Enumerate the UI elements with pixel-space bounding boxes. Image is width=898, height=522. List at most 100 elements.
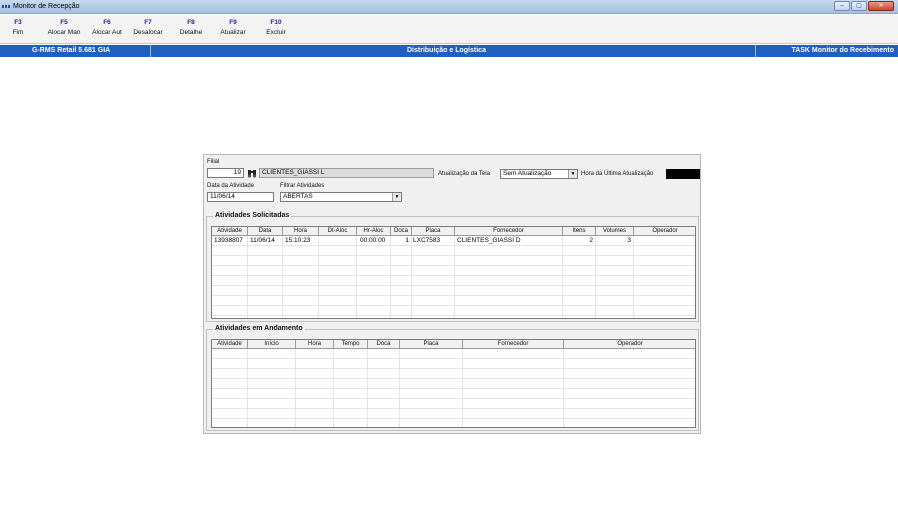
detalhe-label: Detalhe bbox=[179, 29, 203, 36]
andamento-title: Atividades em Andamento bbox=[213, 325, 305, 332]
desalocar-key: F7 bbox=[144, 19, 152, 26]
app-icon bbox=[2, 5, 10, 8]
status-separator bbox=[150, 45, 151, 57]
table-row[interactable] bbox=[212, 246, 695, 256]
table-row[interactable] bbox=[212, 359, 695, 369]
filtrar-select[interactable]: ABERTAS ▼ bbox=[280, 192, 402, 202]
table-row[interactable] bbox=[212, 306, 695, 316]
table-row[interactable] bbox=[212, 409, 695, 419]
excluir-key: F10 bbox=[270, 19, 282, 26]
alocar-aut-label: Alocar Aut bbox=[92, 29, 122, 36]
desalocar-button[interactable]: F7 Desalocar bbox=[128, 19, 168, 36]
col-header[interactable]: Atividade bbox=[212, 227, 248, 236]
col-header[interactable]: Início bbox=[248, 340, 296, 349]
filial-input[interactable]: 19 bbox=[207, 168, 244, 178]
desalocar-label: Desalocar bbox=[133, 29, 163, 36]
col-header[interactable]: Dt-Aloc bbox=[319, 227, 357, 236]
andamento-grid[interactable]: Atividade Início Hora Tempo Doca Placa F… bbox=[211, 339, 696, 428]
excluir-button[interactable]: F10 Excluir bbox=[258, 19, 294, 36]
cell-placa: LXC7583 bbox=[413, 237, 441, 244]
table-row[interactable] bbox=[212, 369, 695, 379]
toolbar: F3 Fim F5 Alocar Man F6 Alocar Aut F7 De… bbox=[0, 15, 898, 44]
atualizacao-select[interactable]: Sem Atualização ▼ bbox=[500, 169, 578, 179]
col-header[interactable]: Placa bbox=[400, 340, 463, 349]
fim-label: Fim bbox=[12, 29, 24, 36]
filtrar-label: Filtrar Atividades bbox=[280, 183, 325, 189]
table-row[interactable] bbox=[212, 256, 695, 266]
alocar-aut-button[interactable]: F6 Alocar Aut bbox=[86, 19, 128, 36]
alocar-man-button[interactable]: F5 Alocar Man bbox=[42, 19, 86, 36]
cell-atividade: 13938807 bbox=[214, 237, 243, 244]
table-row[interactable] bbox=[212, 296, 695, 306]
atualizar-label: Atualizar bbox=[220, 29, 246, 36]
col-header[interactable]: Placa bbox=[412, 227, 455, 236]
monitor-panel: Filial 19 CLIENTES_GIASSI L Atualização … bbox=[203, 154, 701, 434]
minimize-button[interactable]: – bbox=[834, 1, 850, 11]
solicitadas-group: Atividades Solicitadas Atividade Data Ho… bbox=[206, 212, 699, 322]
solicitadas-grid[interactable]: Atividade Data Hora Dt-Aloc Hr-Aloc Doca… bbox=[211, 226, 696, 319]
filtrar-value: ABERTAS bbox=[283, 193, 313, 200]
col-header[interactable]: Hora bbox=[283, 227, 319, 236]
col-header[interactable]: Fornecedor bbox=[455, 227, 563, 236]
chevron-down-icon: ▼ bbox=[568, 170, 577, 178]
chevron-down-icon: ▼ bbox=[392, 193, 401, 201]
binoculars-icon[interactable] bbox=[247, 168, 257, 178]
fim-button[interactable]: F3 Fim bbox=[6, 19, 30, 36]
system-version: G-RMS Retail 5.681 GIA bbox=[32, 47, 111, 54]
close-button[interactable]: ✕ bbox=[868, 1, 894, 11]
table-row[interactable] bbox=[212, 349, 695, 359]
detalhe-key: F8 bbox=[187, 19, 195, 26]
table-row[interactable] bbox=[212, 389, 695, 399]
cell-volumes: 3 bbox=[627, 237, 631, 244]
atualizar-key: F9 bbox=[229, 19, 237, 26]
task-name: TASK Monitor do Recebimento bbox=[791, 47, 894, 54]
col-header[interactable]: Operador bbox=[564, 340, 695, 349]
cell-hr-aloc: 00:00:00 bbox=[360, 237, 386, 244]
col-header[interactable]: Itens bbox=[563, 227, 596, 236]
hora-label: Hora da Última Atualização bbox=[581, 171, 654, 177]
alocar-man-label: Alocar Man bbox=[47, 29, 81, 36]
col-header[interactable]: Operador bbox=[634, 227, 695, 236]
alocar-man-key: F5 bbox=[60, 19, 68, 26]
maximize-button[interactable]: ▢ bbox=[851, 1, 867, 11]
table-row[interactable] bbox=[212, 379, 695, 389]
cell-data: 11/06/14 bbox=[250, 237, 275, 244]
table-row[interactable] bbox=[212, 399, 695, 409]
col-header[interactable]: Hr-Aloc bbox=[357, 227, 391, 236]
solicitadas-title: Atividades Solicitadas bbox=[213, 212, 292, 219]
fim-key: F3 bbox=[14, 19, 22, 26]
table-row[interactable] bbox=[212, 266, 695, 276]
atualizacao-label: Atualização da Tela bbox=[438, 171, 490, 177]
hora-display bbox=[666, 169, 700, 179]
cell-itens: 2 bbox=[589, 237, 593, 244]
table-row[interactable] bbox=[212, 286, 695, 296]
cell-fornecedor: CLIENTES_GIASSI D bbox=[457, 237, 521, 244]
col-header[interactable]: Hora bbox=[296, 340, 334, 349]
excluir-label: Excluir bbox=[266, 29, 286, 36]
cell-hora: 15:10:23 bbox=[285, 237, 311, 244]
table-row[interactable]: 13938807 11/06/14 15:10:23 00:00:00 1 LX… bbox=[212, 236, 695, 246]
status-separator bbox=[755, 45, 756, 57]
status-bar: G-RMS Retail 5.681 GIA Distribuição e Lo… bbox=[0, 45, 898, 57]
window-title: Monitor de Recepção bbox=[13, 3, 80, 10]
detalhe-button[interactable]: F8 Detalhe bbox=[172, 19, 210, 36]
title-bar: Monitor de Recepção – ▢ ✕ bbox=[0, 0, 898, 14]
col-header[interactable]: Atividade bbox=[212, 340, 248, 349]
col-header[interactable]: Data bbox=[248, 227, 283, 236]
atualizacao-value: Sem Atualização bbox=[503, 170, 552, 177]
col-header[interactable]: Volumes bbox=[596, 227, 634, 236]
col-header[interactable]: Doca bbox=[368, 340, 400, 349]
atualizar-button[interactable]: F9 Atualizar bbox=[214, 19, 252, 36]
col-header[interactable]: Fornecedor bbox=[463, 340, 564, 349]
module-name: Distribuição e Logística bbox=[407, 47, 486, 54]
data-input[interactable]: 11/06/14 bbox=[207, 192, 274, 202]
cell-doca: 1 bbox=[405, 237, 409, 244]
alocar-aut-key: F6 bbox=[103, 19, 111, 26]
col-header[interactable]: Tempo bbox=[334, 340, 368, 349]
table-row[interactable] bbox=[212, 276, 695, 286]
andamento-group: Atividades em Andamento Atividade Início… bbox=[206, 325, 699, 431]
data-label: Data da Atividade bbox=[207, 183, 255, 189]
filial-label: Filial bbox=[207, 159, 220, 165]
col-header[interactable]: Doca bbox=[391, 227, 412, 236]
filial-name-field: CLIENTES_GIASSI L bbox=[259, 168, 434, 178]
